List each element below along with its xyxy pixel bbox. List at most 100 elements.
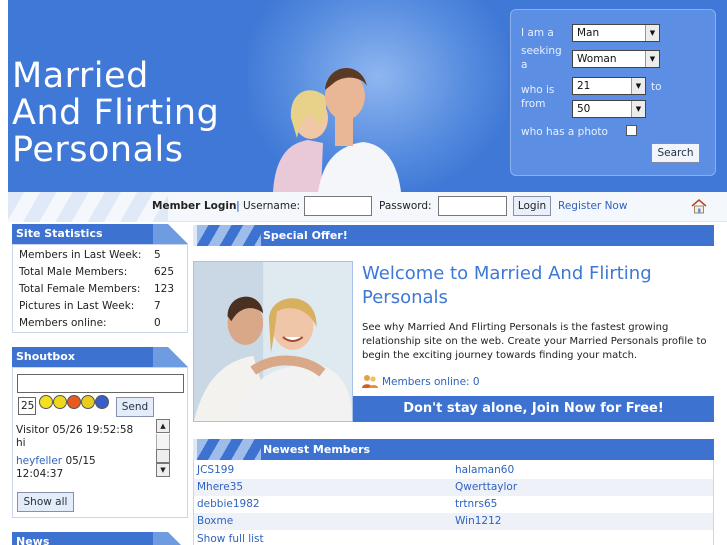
stat-label: Members in Last Week: bbox=[19, 249, 142, 261]
shoutbox-heading: Shoutbox bbox=[12, 347, 188, 367]
seeking-value: Woman bbox=[577, 53, 617, 65]
couple-hug-photo bbox=[193, 261, 353, 422]
couple-photo bbox=[273, 68, 401, 192]
shout-scroll-track[interactable] bbox=[156, 434, 170, 450]
scroll-up-icon[interactable]: ▲ bbox=[156, 419, 170, 433]
age-to-value: 50 bbox=[577, 103, 591, 115]
smiley-icon[interactable] bbox=[53, 395, 67, 409]
news-heading: News bbox=[12, 532, 188, 545]
seeking-label-a: a bbox=[521, 59, 528, 71]
chevron-down-icon: ▼ bbox=[631, 101, 645, 117]
login-button[interactable]: Login bbox=[513, 196, 551, 216]
shout-user-link[interactable]: heyfeller bbox=[16, 455, 62, 467]
table-row: debbie1982 trtnrs65 bbox=[194, 496, 713, 513]
site-header: Married And Flirting Personals I am a Ma… bbox=[8, 0, 727, 192]
show-all-button[interactable]: Show all bbox=[17, 492, 74, 512]
special-offer-title: Special Offer! bbox=[263, 229, 348, 242]
age-from-select[interactable]: 21 ▼ bbox=[572, 77, 646, 95]
password-label: Password: bbox=[379, 200, 432, 212]
shout-message-time: 12:04:37 bbox=[16, 468, 64, 480]
site-title-line-3: Personals bbox=[12, 130, 184, 170]
shoutbox-panel: 25 Send Visitor 05/26 19:52:58 hi heyfel… bbox=[12, 367, 188, 518]
shout-message-header: heyfeller 05/15 bbox=[16, 455, 96, 468]
seeking-select[interactable]: Woman ▼ bbox=[572, 50, 660, 68]
show-full-list-link[interactable]: Show full list bbox=[197, 533, 264, 545]
username-label: Username: bbox=[243, 200, 301, 212]
stat-value: 123 bbox=[154, 283, 175, 295]
table-row: Mhere35 Qwerttaylor bbox=[194, 479, 713, 496]
age-to-select[interactable]: 50 ▼ bbox=[572, 100, 646, 118]
newest-members-title: Newest Members bbox=[263, 443, 371, 456]
member-link[interactable]: Qwerttaylor bbox=[455, 481, 517, 493]
shoutbox-title: Shoutbox bbox=[16, 350, 75, 363]
heading-stripes bbox=[197, 439, 261, 460]
shout-message-input[interactable] bbox=[17, 374, 184, 393]
username-input[interactable] bbox=[304, 196, 372, 216]
shout-send-button[interactable]: Send bbox=[116, 397, 154, 417]
member-link[interactable]: Win1212 bbox=[455, 515, 501, 527]
login-bar-stripes bbox=[8, 192, 168, 222]
site-title-line-2: And Flirting bbox=[12, 93, 220, 133]
scroll-down-icon[interactable]: ▼ bbox=[156, 463, 170, 477]
i-am-value: Man bbox=[577, 27, 600, 39]
photo-label: who has a photo bbox=[521, 126, 608, 138]
table-row: JCS199 halaman60 bbox=[194, 462, 713, 479]
member-login-title: Member Login bbox=[152, 200, 237, 212]
member-link[interactable]: trtnrs65 bbox=[455, 498, 497, 510]
special-offer-panel: Welcome to Married And Flirting Personal… bbox=[193, 248, 714, 424]
shout-message-header: Visitor 05/26 19:52:58 bbox=[16, 424, 134, 436]
stat-label: Total Female Members: bbox=[19, 283, 141, 295]
shout-message-text: hi bbox=[16, 437, 26, 449]
member-link[interactable]: Mhere35 bbox=[197, 481, 243, 493]
age-from-label: from bbox=[521, 98, 546, 110]
angry-smiley-icon[interactable] bbox=[67, 395, 81, 409]
smiley-icon[interactable] bbox=[81, 395, 95, 409]
special-offer-heading: Special Offer! bbox=[193, 225, 714, 246]
site-statistics-heading: Site Statistics bbox=[12, 224, 188, 244]
welcome-text: See why Married And Flirting Personals i… bbox=[362, 322, 707, 361]
chevron-down-icon: ▼ bbox=[645, 25, 659, 41]
welcome-heading: Welcome to Married And Flirting Personal… bbox=[362, 263, 652, 308]
shout-char-counter: 25 bbox=[18, 397, 36, 415]
home-icon[interactable] bbox=[691, 198, 707, 214]
site-statistics-panel: Members in Last Week: 5 Total Male Membe… bbox=[12, 244, 188, 333]
stat-label: Pictures in Last Week: bbox=[19, 300, 135, 312]
i-am-label: I am a bbox=[521, 27, 554, 39]
table-row: Boxme Win1212 bbox=[194, 513, 713, 530]
register-now-link[interactable]: Register Now bbox=[558, 200, 627, 212]
site-statistics-title: Site Statistics bbox=[16, 227, 103, 240]
has-photo-checkbox[interactable] bbox=[626, 125, 637, 136]
login-divider: | bbox=[236, 200, 240, 212]
site-title-line-1: Married bbox=[12, 56, 149, 96]
stat-label: Total Male Members: bbox=[19, 266, 128, 278]
smiley-icon[interactable] bbox=[39, 395, 53, 409]
chevron-down-icon: ▼ bbox=[645, 51, 659, 67]
quick-search-panel: I am a Man ▼ seeking a Woman ▼ who is fr… bbox=[510, 9, 716, 176]
news-title: News bbox=[16, 535, 50, 545]
member-link[interactable]: halaman60 bbox=[455, 464, 514, 476]
members-online-link[interactable]: Members online: 0 bbox=[382, 376, 480, 388]
member-link[interactable]: Boxme bbox=[197, 515, 233, 527]
age-label: who is bbox=[521, 84, 555, 96]
member-link[interactable]: debbie1982 bbox=[197, 498, 260, 510]
site-title[interactable]: Married And Flirting Personals bbox=[12, 58, 219, 169]
search-button[interactable]: Search bbox=[651, 143, 700, 163]
age-to-label: to bbox=[651, 81, 662, 93]
shout-date: 05/15 bbox=[62, 455, 96, 467]
join-now-banner[interactable]: Don't stay alone, Join Now for Free! bbox=[353, 396, 714, 422]
chevron-down-icon: ▼ bbox=[631, 78, 645, 94]
sad-smiley-icon[interactable] bbox=[95, 395, 109, 409]
password-input[interactable] bbox=[438, 196, 507, 216]
heading-stripes bbox=[197, 225, 261, 246]
seeking-label: seeking bbox=[521, 45, 562, 57]
stat-value: 0 bbox=[154, 317, 161, 329]
scroll-thumb[interactable] bbox=[156, 449, 170, 463]
stat-value: 625 bbox=[154, 266, 175, 278]
stat-label: Members online: bbox=[19, 317, 107, 329]
newest-members-heading: Newest Members bbox=[193, 439, 714, 460]
members-icon bbox=[362, 375, 378, 388]
i-am-select[interactable]: Man ▼ bbox=[572, 24, 660, 42]
age-from-value: 21 bbox=[577, 80, 591, 92]
newest-members-panel: JCS199 halaman60 Mhere35 Qwerttaylor deb… bbox=[193, 460, 714, 545]
member-link[interactable]: JCS199 bbox=[197, 464, 234, 476]
